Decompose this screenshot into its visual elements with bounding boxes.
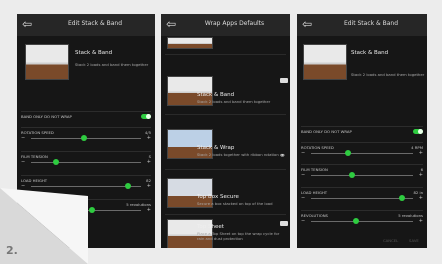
plus-icon[interactable]: + xyxy=(147,159,151,165)
back-arrow-icon[interactable]: ⇦ xyxy=(302,17,316,31)
header: ⇦ Edit Stack & Band xyxy=(17,14,155,36)
plus-icon[interactable]: + xyxy=(419,218,423,224)
plus-icon[interactable]: + xyxy=(419,150,423,156)
app-name: Stack & Wrap xyxy=(197,145,235,151)
plus-icon[interactable]: + xyxy=(419,195,423,201)
film-tension-row: FILM TENSION S − + xyxy=(21,151,151,166)
header-title: Wrap Apps Defaults xyxy=(204,20,265,27)
app-description: Stack 2 loads together with ribbon rotat… xyxy=(197,152,279,157)
divider xyxy=(165,214,286,215)
app-name: Top Box Secure xyxy=(197,194,239,200)
header-title: Edit Stack & Band xyxy=(343,20,399,27)
app-name: Stack & Band xyxy=(197,92,235,98)
divider xyxy=(165,114,286,115)
slider-knob[interactable] xyxy=(399,195,405,201)
film-tension-slider[interactable] xyxy=(31,162,141,163)
plus-icon[interactable]: + xyxy=(419,172,423,178)
minus-icon[interactable]: − xyxy=(301,218,305,224)
app-description: Place a Top Sheet on top the wrap cycle … xyxy=(197,231,280,241)
app-description: Stack 2 loads and band them together xyxy=(351,72,425,77)
minus-icon[interactable]: − xyxy=(301,172,305,178)
slider-knob[interactable] xyxy=(81,135,87,141)
slider-knob[interactable] xyxy=(353,218,359,224)
app-thumbnail-partial xyxy=(167,37,213,49)
band-only-row[interactable]: BAND ONLY DO NOT WRAP xyxy=(21,111,151,126)
slider-knob[interactable] xyxy=(349,172,355,178)
app-description: Secure a box stacked on top of the load xyxy=(197,201,273,206)
minus-icon[interactable]: − xyxy=(301,195,305,201)
minus-icon[interactable]: − xyxy=(21,135,25,141)
band-only-row[interactable]: BAND ONLY DO NOT WRAP xyxy=(301,126,423,141)
minus-icon[interactable]: − xyxy=(21,159,25,165)
panel-edit-stack-band-right: ⇦ Edit Stack & Band Stack & Band Stack 2… xyxy=(297,14,427,248)
app-description: Stack 2 loads and band them together xyxy=(197,99,271,104)
save-button[interactable]: SAVE xyxy=(409,238,419,243)
app-thumbnail xyxy=(25,44,69,80)
band-only-toggle[interactable] xyxy=(413,129,423,134)
divider xyxy=(165,169,286,170)
app-thumbnail xyxy=(303,44,347,80)
header: ⇦ Wrap Apps Defaults xyxy=(161,14,290,36)
band-only-toggle[interactable] xyxy=(141,114,151,119)
revolutions-row: REVOLUTIONS 5 revolutions − + xyxy=(301,210,423,225)
minus-icon[interactable]: − xyxy=(301,150,305,156)
header-title: Edit Stack & Band xyxy=(67,20,123,27)
plus-icon[interactable]: + xyxy=(147,183,151,189)
app-description: Stack 2 loads and band them together xyxy=(75,62,149,67)
back-arrow-icon[interactable]: ⇦ xyxy=(166,17,180,31)
page-stage: ⇦ Edit Stack & Band Stack & Band Stack 2… xyxy=(0,0,442,264)
row-label: BAND ONLY DO NOT WRAP xyxy=(301,129,352,134)
film-tension-row: FILM TENSION 6 − + xyxy=(301,164,423,179)
edit-icon[interactable] xyxy=(280,78,288,83)
row-label: BAND ONLY DO NOT WRAP xyxy=(21,114,72,119)
row-label: ROTATION SPEED xyxy=(21,130,54,135)
rotation-speed-row: ROTATION SPEED 4 RPM − + xyxy=(301,142,423,157)
slider-knob[interactable] xyxy=(345,150,351,156)
edit-icon[interactable] xyxy=(280,221,288,226)
step-number: 2. xyxy=(6,244,18,257)
plus-icon[interactable]: + xyxy=(147,135,151,141)
load-height-slider[interactable] xyxy=(311,198,413,199)
row-label: ROTATION SPEED xyxy=(301,145,334,150)
app-name: Top Sheet xyxy=(197,224,224,230)
plus-icon[interactable]: + xyxy=(147,207,151,213)
back-arrow-icon[interactable]: ⇦ xyxy=(22,17,36,31)
cancel-button[interactable]: CANCEL xyxy=(383,238,398,243)
rotation-speed-slider[interactable] xyxy=(311,153,413,154)
panel-wrap-apps-defaults: ⇦ Wrap Apps Defaults Stack & Band Stack … xyxy=(161,14,290,248)
link-icon[interactable]: ⚭ xyxy=(279,151,286,160)
app-name: Stack & Band xyxy=(75,50,113,56)
divider xyxy=(165,54,286,55)
load-height-row: LOAD HEIGHT 82 in − + xyxy=(301,187,423,202)
header: ⇦ Edit Stack & Band xyxy=(297,14,427,36)
slider-knob[interactable] xyxy=(53,159,59,165)
slider-knob[interactable] xyxy=(125,183,131,189)
film-tension-slider[interactable] xyxy=(311,175,413,176)
revolutions-slider[interactable] xyxy=(311,221,413,222)
rotation-speed-row: ROTATION SPEED 4/5 − + xyxy=(21,127,151,142)
app-name: Stack & Band xyxy=(351,50,389,56)
